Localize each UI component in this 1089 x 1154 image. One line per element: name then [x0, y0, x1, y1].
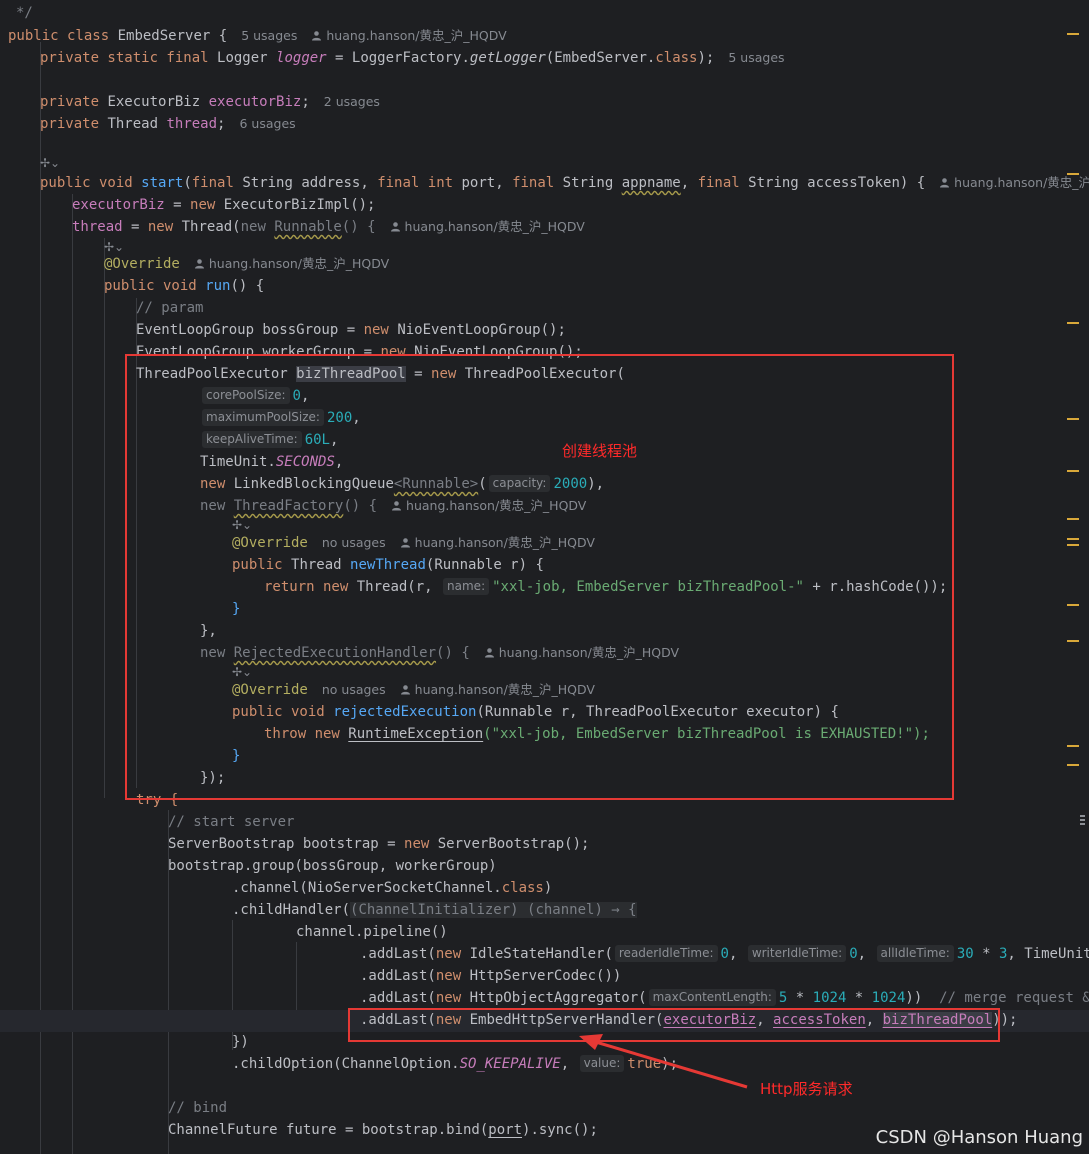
scroll-marker	[1067, 322, 1079, 324]
start-method-signature: public void start(final String address, …	[40, 172, 1089, 194]
person-icon	[312, 31, 322, 41]
watermark: CSDN @Hanson Huang	[875, 1127, 1083, 1148]
indent-guide	[40, 42, 41, 1154]
person-icon	[940, 178, 950, 188]
code-editor[interactable]: */ public class EmbedServer {5 usages hua…	[0, 0, 1089, 1154]
scroll-marker	[1080, 823, 1085, 825]
idle-state-line: .addLast(new IdleStateHandler(readerIdle…	[360, 945, 1089, 962]
generate-icon[interactable]: ✢⌄	[40, 152, 60, 174]
scroll-marker	[1067, 604, 1079, 606]
codec-line: .addLast(new HttpServerCodec())	[360, 968, 622, 984]
group-line: bootstrap.group(bossGroup, workerGroup)	[168, 858, 497, 874]
override-annotation: @Override huang.hanson/黄忠_沪_HQDV	[104, 256, 390, 272]
usages-hint[interactable]: 2 usages	[324, 94, 380, 109]
scroll-marker	[1067, 418, 1079, 420]
close-fold: })	[232, 1034, 249, 1050]
executorbiz-assign: executorBiz = new ExecutorBizImpl();	[72, 197, 376, 213]
class-declaration: public class EmbedServer {5 usages huang.…	[8, 28, 507, 44]
thread-field: private Thread thread; 6 usages	[40, 116, 296, 132]
param-hint: readerIdleTime:	[614, 945, 718, 962]
comment-end: */	[16, 5, 33, 21]
person-icon	[390, 222, 400, 232]
person-icon	[194, 259, 204, 269]
usages-hint[interactable]: 5 usages	[241, 28, 297, 43]
scroll-marker	[1080, 819, 1085, 821]
aggregator-line: .addLast(new HttpObjectAggregator(maxCon…	[360, 989, 1089, 1006]
bootstrap-line: ServerBootstrap bootstrap = new ServerBo…	[168, 836, 590, 852]
scroll-marker	[1067, 518, 1079, 520]
folded-lambda[interactable]: (ChannelInitializer) (channel) → {	[350, 902, 637, 918]
boss-group-line: EventLoopGroup bossGroup = new NioEventL…	[136, 322, 566, 338]
author-hint[interactable]: huang.hanson/黄忠_沪_HQDV	[194, 256, 389, 271]
http-request-label: Http服务请求	[760, 1080, 853, 1098]
editor-scrollbar[interactable]	[1067, 0, 1089, 1154]
child-handler-line: .childHandler((ChannelInitializer) (chan…	[232, 902, 637, 918]
author-hint[interactable]: huang.hanson/黄忠_沪_HQDV	[939, 175, 1089, 190]
thread-pool-highlight-box	[125, 354, 954, 800]
scroll-marker	[1080, 815, 1085, 817]
comment-bind: // bind	[168, 1100, 228, 1116]
author-hint[interactable]: huang.hanson/黄忠_沪_HQDV	[390, 219, 585, 234]
comment-param: // param	[136, 300, 204, 316]
param-hint: writerIdleTime:	[747, 945, 847, 962]
author-hint[interactable]: huang.hanson/黄忠_沪_HQDV	[311, 28, 507, 43]
scroll-marker	[1067, 745, 1079, 747]
run-method-signature: public void run() {	[104, 278, 265, 294]
bind-line: ChannelFuture future = bootstrap.bind(po…	[168, 1122, 598, 1138]
scroll-marker	[1067, 544, 1079, 546]
channel-line: .channel(NioServerSocketChannel.class)	[232, 880, 553, 896]
scroll-marker	[1067, 470, 1079, 472]
param-hint: maxContentLength:	[648, 989, 776, 1006]
param-hint: allIdleTime:	[876, 945, 954, 962]
comment-start-server: // start server	[168, 814, 295, 830]
usages-hint[interactable]: 5 usages	[728, 50, 784, 65]
pipeline-line: channel.pipeline()	[296, 924, 448, 940]
arrow-icon	[579, 1034, 748, 1089]
scroll-marker	[1067, 33, 1079, 35]
usages-hint[interactable]: 6 usages	[239, 116, 295, 131]
thread-assign: thread = new Thread(new Runnable() {huan…	[72, 219, 585, 235]
logger-field: private static final Logger logger = Log…	[40, 50, 785, 66]
scroll-marker	[1067, 173, 1079, 175]
create-pool-label: 创建线程池	[562, 442, 638, 460]
scroll-marker	[1067, 538, 1079, 540]
indent-guide	[104, 238, 105, 798]
scroll-marker	[1067, 764, 1079, 766]
scroll-marker	[1067, 640, 1079, 642]
executorbiz-field: private ExecutorBiz executorBiz; 2 usages	[40, 94, 380, 110]
